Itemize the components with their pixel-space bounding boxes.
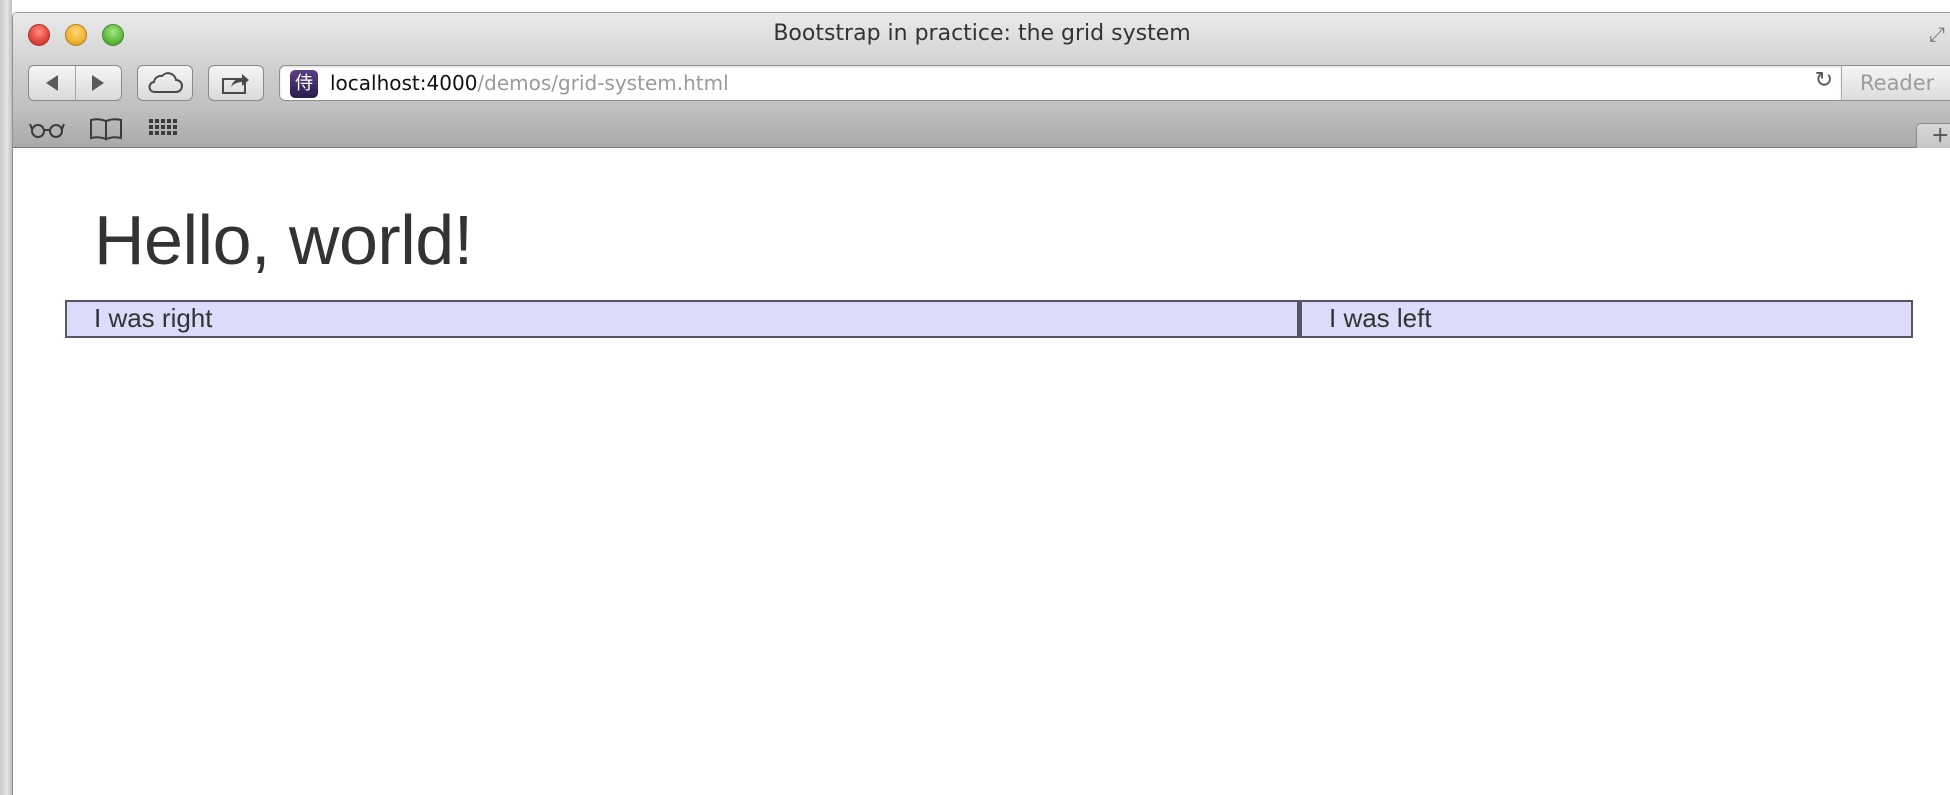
new-tab-button[interactable]: + [1916, 123, 1950, 149]
grid-column-first: I was right [65, 300, 1299, 338]
fullscreen-icon[interactable]: ⤢ [1929, 21, 1947, 47]
url-path: /demos/grid-system.html [477, 71, 729, 95]
bookmarks-icon[interactable] [88, 117, 124, 141]
share-button[interactable] [208, 65, 264, 101]
screen: Bootstrap in practice: the grid system ⤢ [0, 0, 1950, 795]
top-sites-icon[interactable] [147, 117, 179, 141]
reading-list-icon[interactable] [29, 117, 65, 141]
bookmarks-bar: + [13, 111, 1950, 149]
url-host: localhost:4000 [330, 71, 478, 95]
site-favicon: 侍 [290, 70, 318, 98]
grid-row: I was right I was left [65, 300, 1913, 338]
page-content: Hello, world! I was right I was left [13, 148, 1950, 795]
window-title: Bootstrap in practice: the grid system [773, 21, 1191, 46]
desktop-edge [0, 0, 12, 795]
address-bar[interactable]: 侍 localhost:4000/demos/grid-system.html … [279, 65, 1842, 101]
title-bar[interactable]: Bootstrap in practice: the grid system ⤢ [13, 13, 1950, 59]
grid-column-second: I was left [1299, 300, 1913, 338]
back-forward-group [28, 65, 122, 101]
forward-arrow-icon [92, 75, 105, 91]
browser-window: Bootstrap in practice: the grid system ⤢ [12, 12, 1950, 795]
back-arrow-icon [45, 75, 58, 91]
reload-icon[interactable]: ↻ [1815, 68, 1833, 93]
page-heading: Hello, world! [94, 201, 473, 279]
toolbar: 侍 localhost:4000/demos/grid-system.html … [13, 59, 1950, 111]
reader-button[interactable]: Reader [1841, 65, 1950, 101]
share-icon [222, 74, 249, 94]
icloud-tabs-icon [148, 72, 183, 93]
icloud-tabs-button[interactable] [137, 65, 193, 101]
back-button[interactable] [29, 66, 75, 100]
address-text[interactable]: localhost:4000/demos/grid-system.html [330, 71, 729, 95]
forward-button[interactable] [75, 66, 121, 100]
